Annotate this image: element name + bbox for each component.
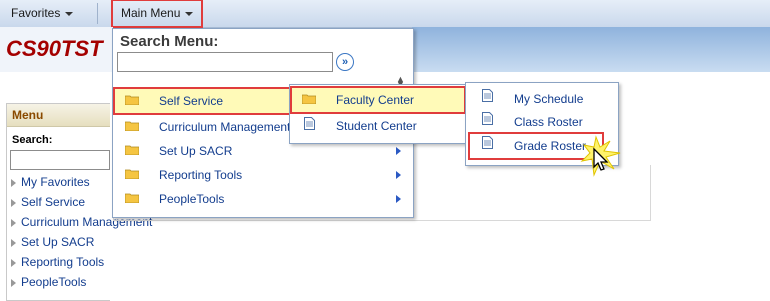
nav-item-peopletools[interactable]: PeopleTools	[7, 272, 86, 292]
folder-icon	[125, 95, 139, 105]
expand-arrow-icon	[11, 258, 16, 267]
favorites-menu[interactable]: Favorites	[11, 0, 74, 27]
nav-item-label: Self Service	[21, 195, 86, 209]
folder-icon	[125, 193, 139, 203]
site-title: CS90TST	[6, 36, 103, 61]
menu-item-label: Set Up SACR	[159, 144, 233, 158]
nav-item-label: Set Up SACR	[21, 235, 95, 249]
menu-pagelet: Menu Search: My Favorites Self Service C…	[6, 103, 152, 301]
document-icon	[482, 136, 493, 149]
menu-item-label: Self Service	[159, 94, 224, 108]
chevron-down-icon	[65, 11, 74, 16]
menu-item-class-roster[interactable]: Class Roster	[468, 110, 616, 134]
document-icon	[482, 112, 493, 125]
submenu-arrow-icon	[396, 147, 401, 155]
menu-item-label: Class Roster	[514, 115, 583, 129]
nav-item-label: Reporting Tools	[21, 255, 105, 269]
pagelet-title: Menu	[12, 108, 44, 122]
top-menu-bar: Favorites Main Menu	[0, 0, 770, 28]
expand-arrow-icon	[11, 198, 16, 207]
document-icon	[482, 89, 493, 102]
mouse-cursor-icon	[580, 135, 621, 177]
main-menu-label: Main Menu	[121, 6, 181, 20]
go-arrow-icon[interactable]: »	[336, 53, 354, 71]
menu-item-label: My Schedule	[514, 92, 584, 106]
menu-item-label: Student Center	[336, 119, 417, 133]
menu-item-label: Faculty Center	[336, 93, 415, 107]
nav-item-self-service[interactable]: Self Service	[7, 192, 85, 212]
menu-item-label: Reporting Tools	[159, 168, 243, 182]
pagelet-search-label: Search:	[12, 134, 53, 146]
favorites-label: Favorites	[11, 6, 61, 20]
nav-item-reporting-tools[interactable]: Reporting Tools	[7, 252, 104, 272]
menu-item-label: Curriculum Management	[159, 120, 291, 134]
submenu-arrow-icon	[396, 171, 401, 179]
folder-icon	[125, 121, 139, 131]
expand-arrow-icon	[11, 218, 16, 227]
search-menu-label: Search Menu:	[120, 33, 219, 50]
search-menu-input[interactable]	[117, 52, 333, 72]
menu-item-student-center[interactable]: Student Center	[292, 114, 464, 138]
menu-item-peopletools[interactable]: PeopleTools	[115, 187, 411, 211]
menu-item-my-schedule[interactable]: My Schedule	[468, 87, 616, 111]
document-icon	[304, 117, 315, 130]
nav-item-label: PeopleTools	[21, 275, 87, 289]
folder-icon	[125, 169, 139, 179]
nav-item-label: My Favorites	[21, 175, 90, 189]
nav-item-set-up-sacr[interactable]: Set Up SACR	[7, 232, 94, 252]
menu-item-label: Grade Roster	[514, 139, 587, 153]
banner-right	[412, 27, 770, 72]
main-menu[interactable]: Main Menu	[110, 0, 204, 28]
expand-arrow-icon	[11, 238, 16, 247]
self-service-submenu: Faculty Center Student Center	[289, 84, 468, 144]
folder-icon	[302, 94, 316, 104]
pagelet-header: Menu	[7, 104, 110, 127]
chevron-down-icon	[185, 11, 194, 16]
menu-separator	[97, 3, 98, 24]
pagelet-search-input[interactable]	[10, 150, 110, 170]
expand-arrow-icon	[11, 278, 16, 287]
submenu-arrow-icon	[396, 195, 401, 203]
folder-icon	[125, 145, 139, 155]
menu-item-label: PeopleTools	[159, 192, 225, 206]
expand-arrow-icon	[11, 178, 16, 187]
menu-item-reporting-tools[interactable]: Reporting Tools	[115, 163, 411, 187]
nav-item-my-favorites[interactable]: My Favorites	[7, 172, 90, 192]
menu-item-faculty-center[interactable]: Faculty Center	[290, 86, 466, 114]
